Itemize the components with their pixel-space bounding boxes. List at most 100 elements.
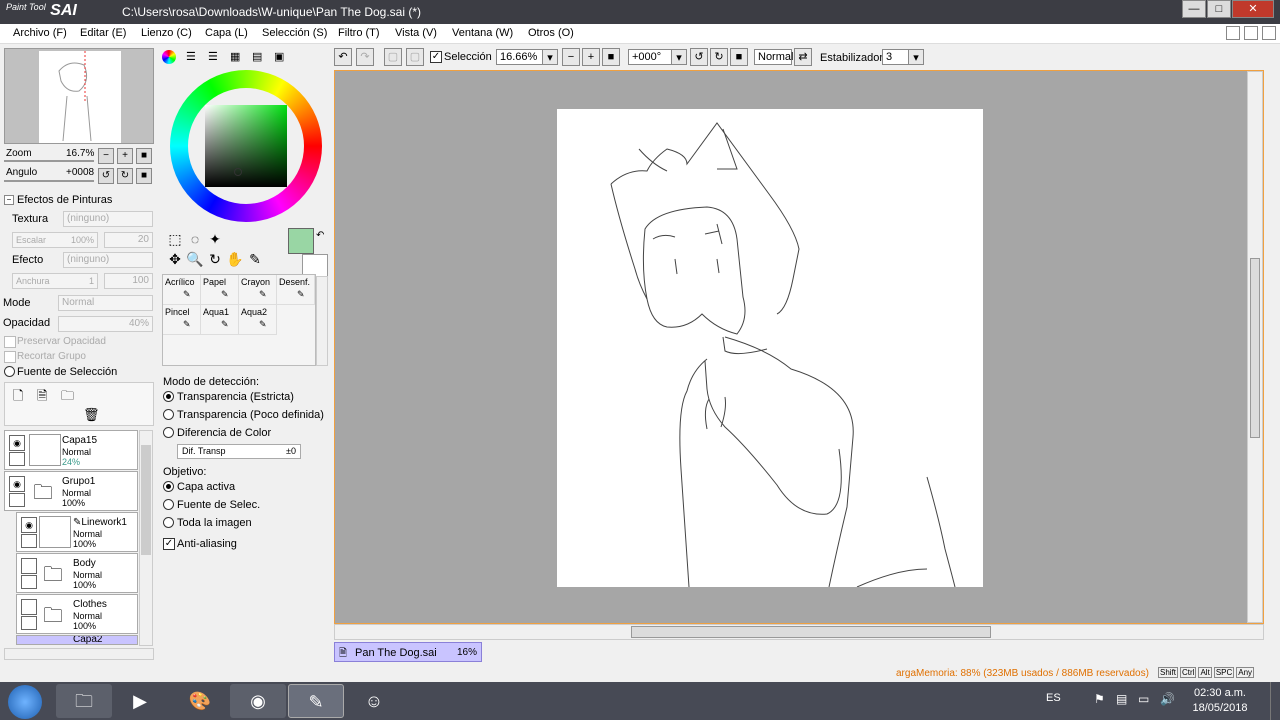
deselect-button[interactable]: ▢ bbox=[384, 48, 402, 66]
hand-icon[interactable]: ✋ bbox=[226, 250, 244, 268]
layers-hscrollbar[interactable] bbox=[4, 648, 154, 660]
zoom-value[interactable]: 16.7% bbox=[66, 148, 94, 159]
paint-app-icon[interactable]: 🎨 bbox=[172, 684, 228, 718]
zoom-dropdown-icon[interactable]: ▾ bbox=[542, 49, 558, 65]
minimize-button[interactable]: — bbox=[1182, 0, 1206, 18]
delete-layer-icon[interactable]: 🗑 bbox=[83, 407, 100, 423]
color-wheel-tab-icon[interactable] bbox=[162, 50, 176, 64]
layer-row[interactable]: ◉ ✎Linework1 Normal 100% bbox=[16, 512, 138, 552]
menu-vista[interactable]: Vista (V) bbox=[395, 27, 437, 39]
selection-source-radio[interactable] bbox=[4, 366, 15, 377]
brush-acrilico[interactable]: Acrílico ✎ bbox=[163, 275, 201, 305]
canvas-hscrollbar[interactable] bbox=[334, 624, 1264, 640]
menu-capa[interactable]: Capa (L) bbox=[205, 27, 248, 39]
brush-crayon[interactable]: Crayon ✎ bbox=[239, 275, 277, 305]
move-icon[interactable]: ✥ bbox=[166, 250, 184, 268]
layer-row[interactable]: ◉ 🗀 Grupo1 Normal 100% bbox=[4, 471, 138, 511]
preserve-opacity-checkbox[interactable] bbox=[4, 336, 16, 348]
toolbar-zoom-out-button[interactable]: − bbox=[562, 48, 580, 66]
swatches-tab-icon[interactable]: ▦ bbox=[230, 50, 240, 63]
zoom-reset-button[interactable]: ■ bbox=[136, 148, 152, 164]
angle-dropdown-icon[interactable]: ▾ bbox=[671, 49, 687, 65]
layer-row[interactable]: 🗀 Clothes Normal 100% bbox=[16, 594, 138, 634]
show-desktop-button[interactable] bbox=[1270, 682, 1280, 720]
width-field[interactable]: Anchura 1 bbox=[12, 273, 98, 289]
lasso-icon[interactable]: ◌ bbox=[186, 230, 204, 248]
color-picker-cursor[interactable] bbox=[234, 168, 242, 176]
scratchpad-tab-icon[interactable]: ▤ bbox=[252, 50, 262, 63]
canvas-area[interactable] bbox=[334, 70, 1264, 624]
start-button[interactable] bbox=[8, 685, 42, 719]
eyedropper-icon[interactable]: ✎ bbox=[246, 250, 264, 268]
mdi-restore-button[interactable] bbox=[1244, 26, 1258, 40]
rotate-reset-button[interactable]: ■ bbox=[136, 168, 152, 184]
rgb-slider-tab-icon[interactable]: ☰ bbox=[186, 50, 196, 63]
zoom-in-button[interactable]: + bbox=[117, 148, 133, 164]
view-mode-select[interactable]: Normal bbox=[754, 49, 793, 65]
layer-row[interactable]: 🗀 Body Normal 100% bbox=[16, 553, 138, 593]
menu-archivo[interactable]: Archivo (F) bbox=[13, 27, 67, 39]
document-tab[interactable]: 🗎 Pan The Dog.sai 16% bbox=[334, 642, 482, 662]
media-player-icon[interactable]: ▶ bbox=[112, 684, 168, 718]
toolbar-zoom-reset-button[interactable]: ■ bbox=[602, 48, 620, 66]
detection-loose-radio[interactable] bbox=[163, 409, 174, 420]
canvas-vscroll-thumb[interactable] bbox=[1250, 258, 1260, 438]
rect-select-icon[interactable]: ⬚ bbox=[166, 230, 184, 248]
toolbar-rotate-right-button[interactable]: ↻ bbox=[710, 48, 728, 66]
texture-select[interactable]: (ninguno) bbox=[63, 211, 153, 227]
scale-field[interactable]: Escalar 100% bbox=[12, 232, 98, 248]
swap-colors-icon[interactable]: ↶ bbox=[316, 230, 324, 241]
file-explorer-icon[interactable]: 🗀 bbox=[56, 684, 112, 718]
target-selection-source-radio[interactable] bbox=[163, 499, 174, 510]
mdi-minimize-button[interactable] bbox=[1226, 26, 1240, 40]
layer-lock-checkbox[interactable] bbox=[21, 616, 37, 630]
invert-select-button[interactable]: ▢ bbox=[406, 48, 424, 66]
rotate-right-button[interactable]: ↻ bbox=[117, 168, 133, 184]
layer-lock-checkbox[interactable] bbox=[9, 452, 25, 466]
opacity-slider[interactable]: 40% bbox=[58, 316, 153, 332]
mixer-tab-icon[interactable]: ▣ bbox=[274, 50, 284, 63]
discord-icon[interactable]: ☺ bbox=[346, 684, 402, 718]
saturation-value-square[interactable] bbox=[205, 105, 287, 187]
brush-pincel[interactable]: Pincel ✎ bbox=[163, 305, 201, 335]
brush-aqua1[interactable]: Aqua1 ✎ bbox=[201, 305, 239, 335]
layer-lock-checkbox[interactable] bbox=[9, 493, 25, 507]
layers-scroll-thumb[interactable] bbox=[141, 445, 151, 555]
toolbar-zoom-in-button[interactable]: + bbox=[582, 48, 600, 66]
visibility-eye-icon[interactable] bbox=[21, 558, 37, 574]
menu-lienzo[interactable]: Lienzo (C) bbox=[141, 27, 192, 39]
angle-slider[interactable] bbox=[4, 180, 94, 182]
close-button[interactable]: ✕ bbox=[1232, 0, 1274, 18]
transp-diff-field[interactable]: Dif. Transp ±0 bbox=[177, 444, 301, 459]
painttool-sai-icon[interactable]: ✎ bbox=[288, 684, 344, 718]
brush-papel[interactable]: Papel ✎ bbox=[201, 275, 239, 305]
clock-date[interactable]: 18/05/2018 bbox=[1190, 702, 1250, 714]
toolbar-rotate-left-button[interactable]: ↺ bbox=[690, 48, 708, 66]
canvas-vscrollbar[interactable] bbox=[1247, 71, 1263, 623]
target-whole-image-radio[interactable] bbox=[163, 517, 174, 528]
visibility-eye-icon[interactable]: ◉ bbox=[21, 517, 37, 533]
selection-checkbox[interactable]: ✓ bbox=[430, 51, 442, 63]
primary-color-swatch[interactable] bbox=[288, 228, 314, 254]
canvas-paper[interactable] bbox=[557, 109, 983, 588]
visibility-eye-icon[interactable]: ◉ bbox=[9, 476, 25, 492]
layer-lock-checkbox[interactable] bbox=[21, 534, 37, 548]
clip-group-checkbox[interactable] bbox=[4, 351, 16, 363]
display-icon[interactable]: ▭ bbox=[1138, 692, 1149, 706]
rotate-tool-icon[interactable]: ↻ bbox=[206, 250, 224, 268]
menu-seleccion[interactable]: Selección (S) bbox=[262, 27, 327, 39]
navigator-preview[interactable] bbox=[4, 48, 154, 144]
collapse-icon[interactable]: − bbox=[4, 195, 14, 205]
magic-wand-icon[interactable]: ✦ bbox=[206, 230, 224, 248]
blend-mode-select[interactable]: Normal bbox=[58, 295, 153, 311]
angle-value[interactable]: +0008 bbox=[66, 167, 94, 178]
volume-icon[interactable]: 🔊 bbox=[1160, 692, 1175, 706]
menu-editar[interactable]: Editar (E) bbox=[80, 27, 126, 39]
layer-row-selected[interactable]: Capa2 bbox=[16, 635, 138, 645]
clock-time[interactable]: 02:30 a.m. bbox=[1190, 687, 1250, 699]
chrome-icon[interactable]: ◉ bbox=[230, 684, 286, 718]
visibility-eye-icon[interactable]: ◉ bbox=[9, 435, 25, 451]
maximize-button[interactable]: □ bbox=[1207, 0, 1231, 18]
network-icon[interactable]: ▤ bbox=[1116, 692, 1127, 706]
flip-view-button[interactable]: ⇄ bbox=[794, 48, 812, 66]
